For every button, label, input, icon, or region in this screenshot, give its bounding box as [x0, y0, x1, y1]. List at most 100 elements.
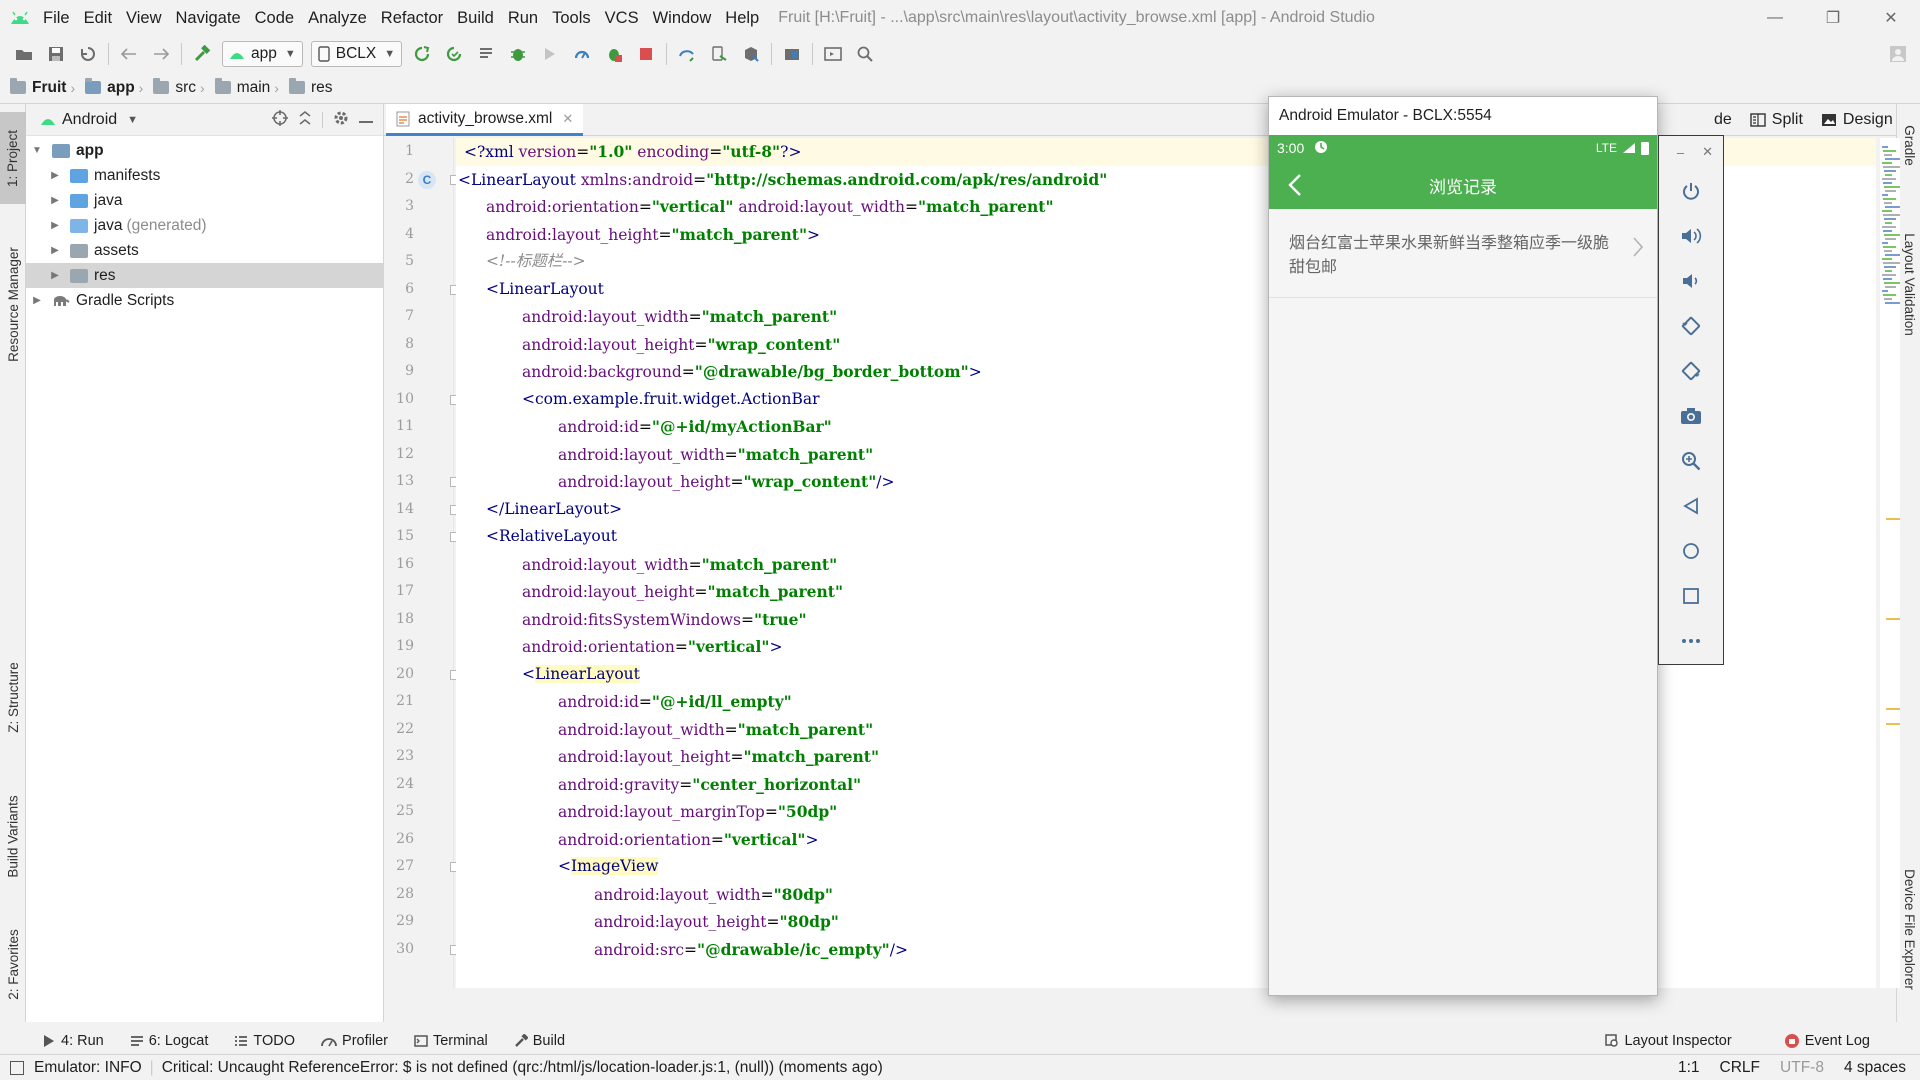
- volume-up-button[interactable]: [1659, 213, 1723, 258]
- avd-manager-icon[interactable]: [703, 38, 735, 70]
- collapse-arrow-icon[interactable]: ▶: [48, 195, 62, 206]
- tool-profiler[interactable]: Profiler: [321, 1033, 388, 1049]
- rotate-left-button[interactable]: [1659, 303, 1723, 348]
- minimize-button[interactable]: —: [1746, 0, 1804, 36]
- apply-changes-icon[interactable]: [438, 38, 470, 70]
- view-mode-code[interactable]: de: [1714, 111, 1732, 129]
- rotate-right-button[interactable]: [1659, 348, 1723, 393]
- expand-arrow-icon[interactable]: ▼: [30, 145, 44, 156]
- project-view-header[interactable]: Android ▼: [26, 104, 383, 136]
- user-account-icon[interactable]: [1882, 38, 1914, 70]
- forward-arrow-icon[interactable]: [145, 38, 177, 70]
- tree-item-java[interactable]: ▶ java: [26, 188, 383, 213]
- tree-item-manifests[interactable]: ▶ manifests: [26, 163, 383, 188]
- chevron-down-icon[interactable]: ▼: [127, 114, 138, 126]
- menu-run[interactable]: Run: [501, 0, 545, 36]
- menu-file[interactable]: File: [36, 0, 77, 36]
- tool-terminal[interactable]: Terminal: [414, 1033, 488, 1049]
- breadcrumb-item-fruit[interactable]: Fruit ›: [10, 78, 85, 97]
- collapse-arrow-icon[interactable]: ▶: [48, 245, 62, 256]
- tree-item-res[interactable]: ▶ res: [26, 263, 383, 288]
- run-config-select[interactable]: app ▼: [222, 41, 303, 67]
- restore-button[interactable]: ❐: [1804, 0, 1862, 36]
- debug-icon[interactable]: [502, 38, 534, 70]
- tab-activity-browse-xml[interactable]: activity_browse.xml ✕: [386, 104, 584, 136]
- gradle-sync-icon[interactable]: [671, 38, 703, 70]
- menu-window[interactable]: Window: [646, 0, 719, 36]
- device-select[interactable]: BCLX ▼: [310, 41, 403, 67]
- nav-overview-icon[interactable]: [1659, 573, 1723, 618]
- stop-icon[interactable]: [630, 38, 662, 70]
- status-bar-toggle-icon[interactable]: [10, 1060, 24, 1075]
- collapse-arrow-icon[interactable]: ▶: [30, 295, 44, 306]
- warning-marker[interactable]: [1886, 723, 1900, 725]
- nav-back-icon[interactable]: [1659, 483, 1723, 528]
- tree-item-gradle-scripts[interactable]: ▶ Gradle Scripts: [26, 288, 383, 313]
- power-button[interactable]: [1659, 168, 1723, 213]
- volume-down-button[interactable]: [1659, 258, 1723, 303]
- open-folder-icon[interactable]: [8, 38, 40, 70]
- tool-todo[interactable]: TODO: [234, 1033, 295, 1049]
- tab-project[interactable]: 1: Project: [0, 112, 26, 204]
- menu-edit[interactable]: Edit: [77, 0, 119, 36]
- class-marker-icon[interactable]: C: [418, 170, 436, 189]
- tool-build[interactable]: Build: [514, 1033, 565, 1049]
- menu-view[interactable]: View: [119, 0, 168, 36]
- collapse-arrow-icon[interactable]: ▶: [48, 170, 62, 181]
- tool-logcat[interactable]: 6: Logcat: [130, 1033, 208, 1049]
- menu-code[interactable]: Code: [248, 0, 301, 36]
- device-manager-icon[interactable]: [817, 38, 849, 70]
- hammer-build-icon[interactable]: [186, 38, 218, 70]
- menu-navigate[interactable]: Navigate: [169, 0, 248, 36]
- indent-setting[interactable]: 4 spaces: [1844, 1059, 1906, 1077]
- save-all-icon[interactable]: [40, 38, 72, 70]
- locate-icon[interactable]: [272, 109, 288, 130]
- collapse-all-icon[interactable]: [298, 110, 312, 129]
- tool-event-log[interactable]: Event Log: [1784, 1033, 1870, 1049]
- file-encoding[interactable]: UTF-8: [1780, 1059, 1824, 1077]
- breadcrumb-item-res[interactable]: res: [288, 78, 337, 97]
- breadcrumb-item-src[interactable]: src ›: [153, 78, 214, 97]
- tab-favorites[interactable]: 2: Favorites: [0, 914, 26, 1014]
- apply-code-changes-icon[interactable]: [470, 38, 502, 70]
- sync-icon[interactable]: [72, 38, 104, 70]
- view-mode-split[interactable]: Split: [1750, 111, 1803, 129]
- menu-analyze[interactable]: Analyze: [301, 0, 374, 36]
- list-item[interactable]: 烟台红富士苹果水果新鲜当季整箱应季一级脆甜包邮: [1269, 209, 1657, 298]
- nav-home-icon[interactable]: [1659, 528, 1723, 573]
- project-structure-icon[interactable]: [776, 38, 808, 70]
- close-window-button[interactable]: ✕: [1862, 0, 1920, 36]
- collapse-arrow-icon[interactable]: ▶: [48, 220, 62, 231]
- back-arrow-icon[interactable]: [113, 38, 145, 70]
- line-separator[interactable]: CRLF: [1720, 1059, 1760, 1077]
- gear-icon[interactable]: [333, 110, 349, 130]
- menu-help[interactable]: Help: [718, 0, 766, 36]
- tree-item-app[interactable]: ▼ app: [26, 138, 383, 163]
- tree-item-assets[interactable]: ▶ assets: [26, 238, 383, 263]
- hide-panel-icon[interactable]: [359, 111, 373, 128]
- view-mode-design[interactable]: Design: [1821, 111, 1893, 129]
- caret-position[interactable]: 1:1: [1678, 1059, 1700, 1077]
- attach-debugger-icon[interactable]: [598, 38, 630, 70]
- profile-icon[interactable]: [566, 38, 598, 70]
- close-emulator-icon[interactable]: ✕: [1702, 144, 1713, 160]
- zoom-icon[interactable]: [1659, 438, 1723, 483]
- search-icon[interactable]: [849, 38, 881, 70]
- menu-tools[interactable]: Tools: [545, 0, 598, 36]
- breadcrumb-item-main[interactable]: main ›: [214, 78, 289, 97]
- minimize-emulator-icon[interactable]: –: [1677, 145, 1684, 160]
- menu-refactor[interactable]: Refactor: [374, 0, 450, 36]
- sdk-manager-icon[interactable]: [735, 38, 767, 70]
- tree-item-java-generated[interactable]: ▶ java (generated): [26, 213, 383, 238]
- breadcrumb-item-app[interactable]: app ›: [85, 78, 153, 97]
- warning-marker[interactable]: [1886, 708, 1900, 710]
- project-view-mode[interactable]: Android: [62, 111, 117, 129]
- tab-structure[interactable]: Z: Structure: [0, 642, 26, 752]
- menu-build[interactable]: Build: [450, 0, 501, 36]
- status-emulator[interactable]: Emulator: INFO: [34, 1059, 142, 1077]
- warning-marker[interactable]: [1886, 518, 1900, 520]
- run-icon[interactable]: [406, 38, 438, 70]
- camera-screenshot-icon[interactable]: [1659, 393, 1723, 438]
- collapse-arrow-icon[interactable]: ▶: [48, 270, 62, 281]
- menu-vcs[interactable]: VCS: [598, 0, 646, 36]
